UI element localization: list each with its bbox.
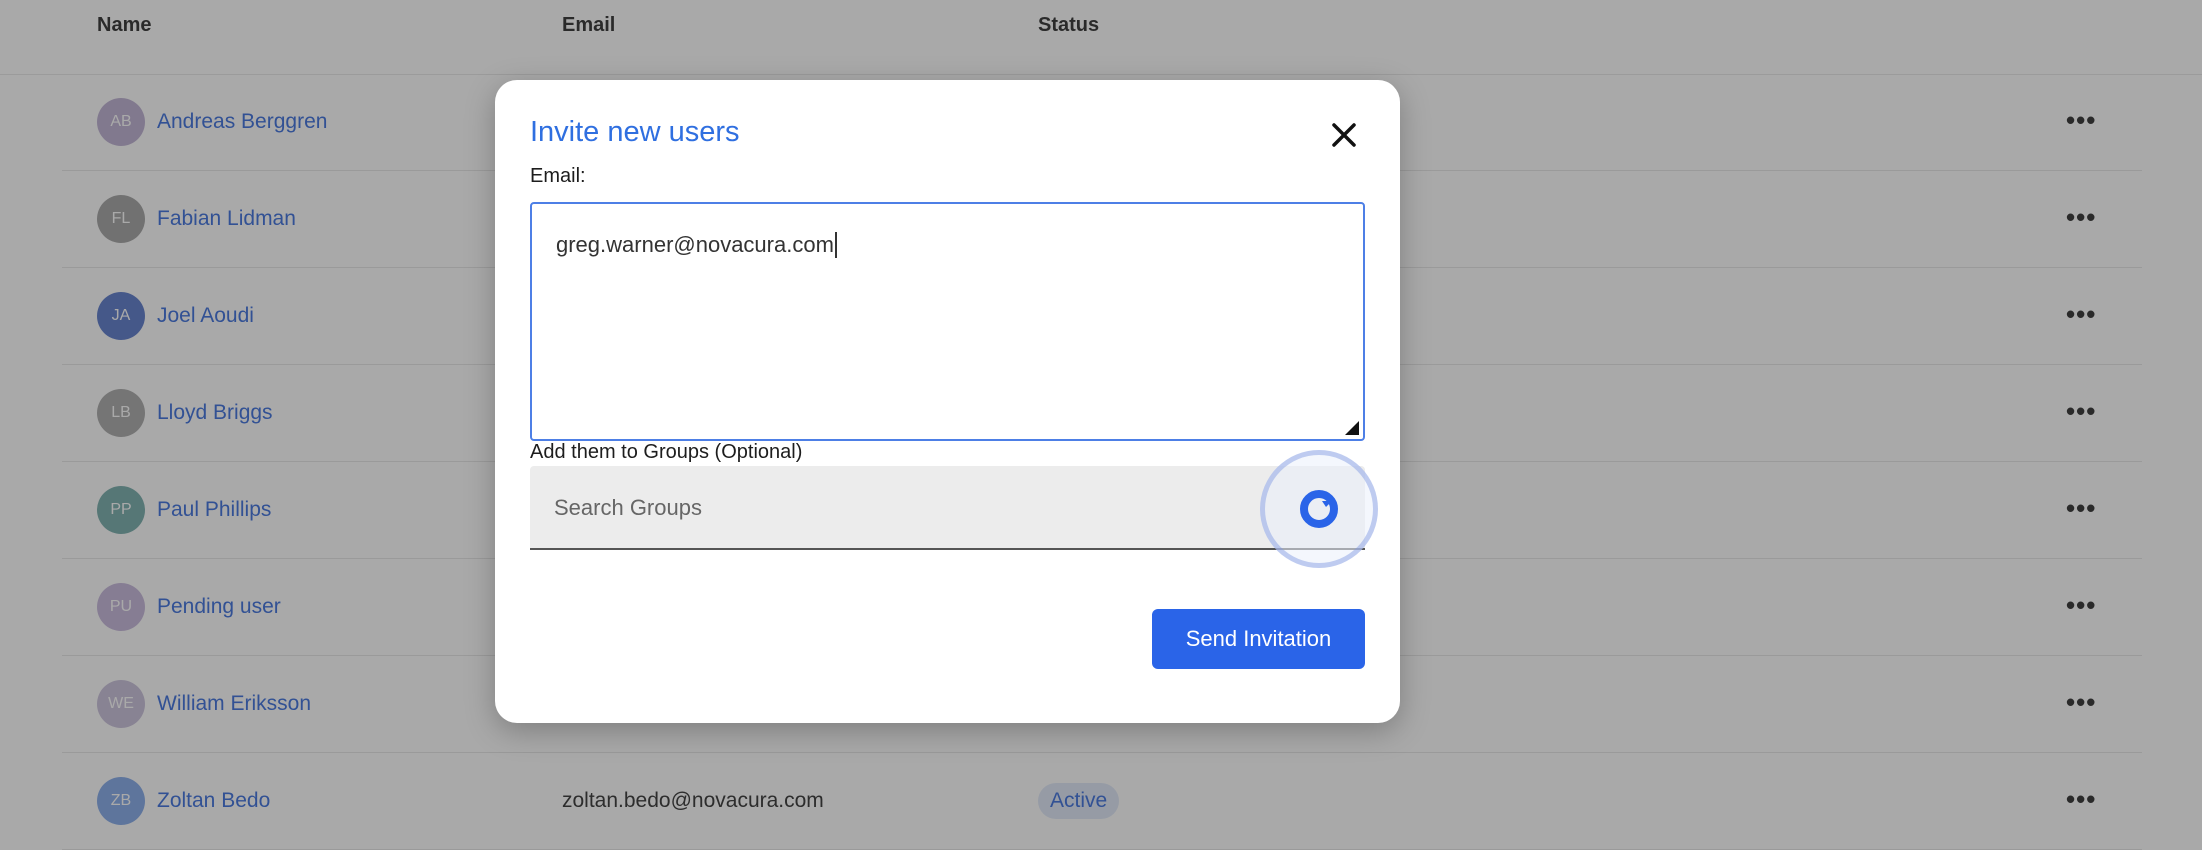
loading-spinner-icon — [1300, 490, 1338, 528]
resize-handle-icon[interactable] — [1345, 421, 1359, 435]
loading-indicator — [1260, 450, 1378, 568]
email-input-value: greg.warner@novacura.com — [556, 232, 837, 258]
groups-label: Add them to Groups (Optional) — [530, 441, 803, 463]
search-groups-input[interactable]: Search Groups — [530, 450, 1378, 568]
send-invitation-button[interactable]: Send Invitation — [1152, 609, 1365, 669]
close-button[interactable] — [1325, 116, 1363, 154]
email-label: Email: — [530, 165, 586, 187]
dialog-title: Invite new users — [530, 116, 740, 148]
search-groups-placeholder: Search Groups — [554, 495, 702, 520]
close-icon — [1332, 123, 1356, 147]
invite-users-dialog: Invite new users Email: greg.warner@nova… — [495, 80, 1400, 723]
email-textarea[interactable]: greg.warner@novacura.com — [530, 202, 1365, 441]
